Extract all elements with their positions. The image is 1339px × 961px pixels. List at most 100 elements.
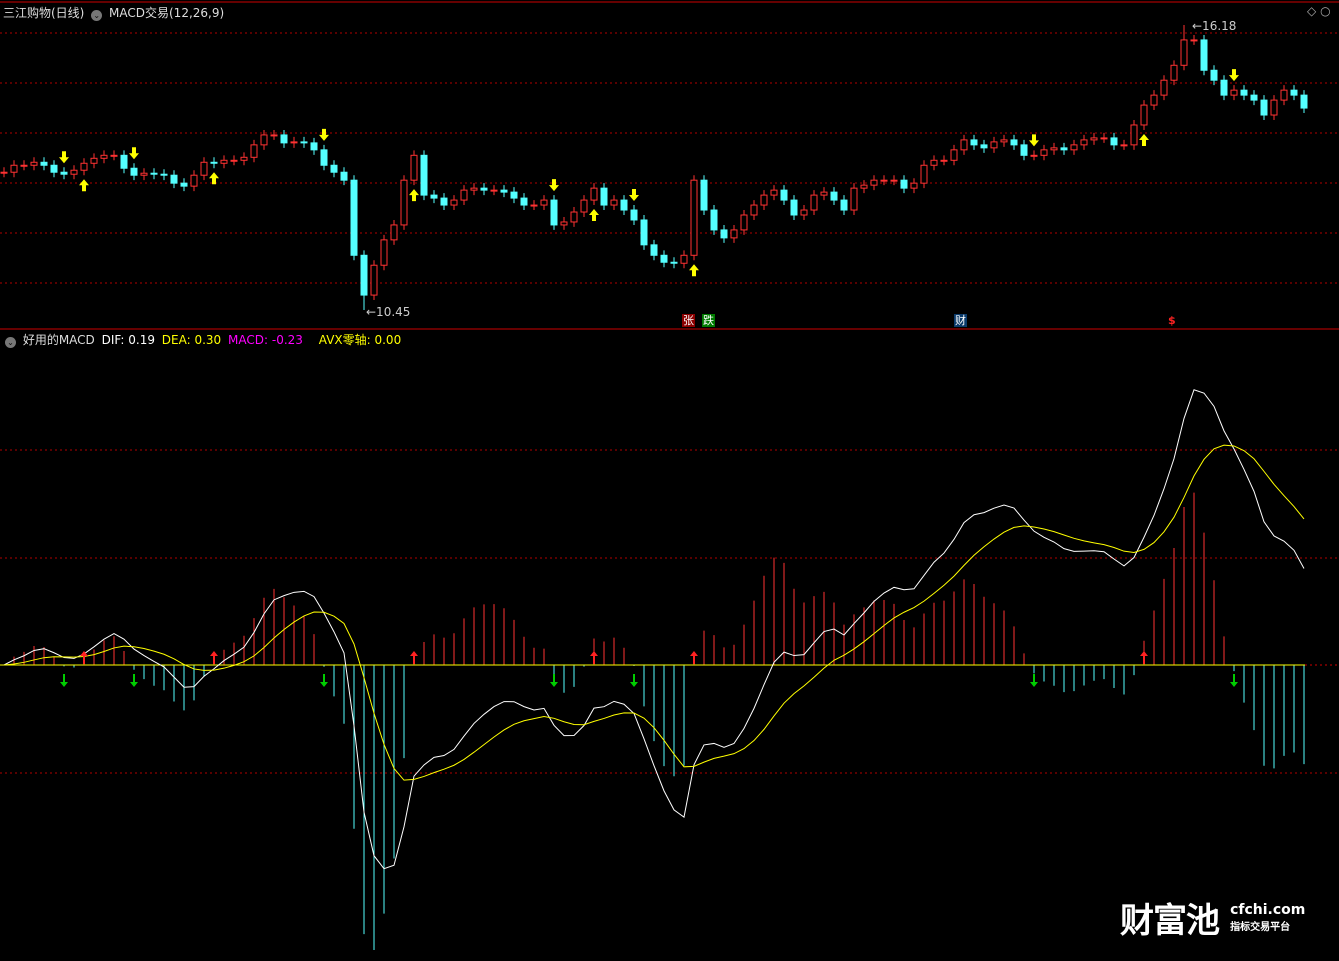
circle-icon[interactable]: ○ xyxy=(1320,4,1330,18)
candle-body xyxy=(830,191,838,201)
candle-body xyxy=(370,264,378,296)
candle-body xyxy=(380,239,388,266)
candle-body xyxy=(450,199,458,206)
buy-arrow-icon xyxy=(689,264,699,277)
candle-body xyxy=(520,197,528,206)
candle-body xyxy=(1060,147,1068,151)
candle-body xyxy=(1090,137,1098,141)
candle-body xyxy=(100,154,108,159)
candle-body xyxy=(530,204,538,207)
candle-body xyxy=(300,141,308,144)
dif-line xyxy=(3,389,1305,870)
death-cross-arrow-icon xyxy=(320,674,328,687)
candle-body xyxy=(1190,39,1198,42)
macd-dropdown-icon[interactable]: ⌄ xyxy=(5,337,16,348)
candle-body xyxy=(470,187,478,191)
candle-body xyxy=(670,261,678,264)
candle-body xyxy=(50,164,58,173)
candle-body xyxy=(320,149,328,166)
candle-body xyxy=(1040,149,1048,156)
golden-cross-arrow-icon xyxy=(210,651,218,664)
candle-body xyxy=(1180,39,1188,66)
death-cross-arrow-icon xyxy=(550,674,558,687)
candle-body xyxy=(640,219,648,246)
logo: 财富池 cfchi.com 指标交易平台 xyxy=(1120,893,1305,942)
candle-body xyxy=(800,209,808,216)
candle-body xyxy=(490,189,498,192)
candle-body xyxy=(1230,89,1238,96)
candle-body xyxy=(540,199,548,206)
candle-body xyxy=(890,179,898,182)
candle-body xyxy=(710,209,718,231)
candle-body xyxy=(410,154,418,181)
macd-value: MACD: -0.23 xyxy=(228,333,303,347)
candle-body xyxy=(110,154,118,157)
min-price-label: ←10.45 xyxy=(366,305,410,319)
candle-body xyxy=(170,174,178,184)
dif-value: DIF: 0.19 xyxy=(101,333,155,347)
candle-body xyxy=(560,221,568,226)
candle-body xyxy=(720,229,728,239)
candle-body xyxy=(90,157,98,164)
candle-body xyxy=(20,164,28,167)
buy-arrow-icon xyxy=(209,172,219,185)
candle-body xyxy=(400,179,408,226)
death-cross-arrow-icon xyxy=(1230,674,1238,687)
candle-body xyxy=(290,141,298,144)
candle-body xyxy=(60,171,68,175)
candle-body xyxy=(550,199,558,226)
candle-body xyxy=(1030,154,1038,157)
candle-body xyxy=(440,197,448,206)
logo-domain: cfchi.com xyxy=(1230,902,1306,918)
candle-body xyxy=(570,211,578,223)
candle-body xyxy=(820,191,828,196)
candle-body xyxy=(940,159,948,162)
death-cross-arrow-icon xyxy=(630,674,638,687)
candle-body xyxy=(870,179,878,186)
diamond-icon[interactable]: ◇ xyxy=(1307,4,1316,18)
candle-body xyxy=(1000,139,1008,143)
indicator-dropdown-icon[interactable]: ⌄ xyxy=(91,10,103,21)
candle-body xyxy=(330,164,338,173)
candle-body xyxy=(840,199,848,211)
candle-body xyxy=(1050,147,1058,151)
dollar-badge[interactable]: $ xyxy=(1167,314,1177,327)
candle-body xyxy=(850,187,858,211)
candle-body xyxy=(1220,79,1228,96)
candle-body xyxy=(900,179,908,189)
fall-badge[interactable]: 跌 xyxy=(702,314,715,327)
candle-body xyxy=(130,167,138,176)
indicator-title[interactable]: MACD交易(12,26,9) xyxy=(109,6,224,20)
candle-body xyxy=(810,194,818,211)
candle-body xyxy=(790,199,798,216)
candle-body xyxy=(510,191,518,199)
candle-body xyxy=(990,141,998,149)
candle-body xyxy=(700,179,708,211)
candle-body xyxy=(680,254,688,264)
candle-body xyxy=(1120,144,1128,147)
candle-body xyxy=(210,161,218,164)
candle-body xyxy=(1300,94,1308,109)
max-price-label: ←16.18 xyxy=(1192,19,1236,33)
logo-brand: 财富池 xyxy=(1120,901,1220,941)
candle-body xyxy=(350,179,358,256)
golden-cross-arrow-icon xyxy=(1140,651,1148,664)
candle-body xyxy=(1160,79,1168,96)
candle-body xyxy=(160,173,168,176)
finance-badge[interactable]: 财 xyxy=(954,314,967,327)
rise-badge[interactable]: 张 xyxy=(682,314,695,327)
candle-body xyxy=(430,194,438,199)
candle-body xyxy=(1140,104,1148,126)
macd-name[interactable]: 好用的MACD xyxy=(23,333,95,347)
candle-body xyxy=(1110,137,1118,146)
candle-body xyxy=(260,134,268,146)
dea-value: DEA: 0.30 xyxy=(161,333,222,347)
avx-value: AVX零轴: 0.00 xyxy=(318,333,402,347)
golden-cross-arrow-icon xyxy=(80,651,88,664)
candle-body xyxy=(270,134,278,137)
candle-body xyxy=(180,182,188,187)
stock-title: 三江购物(日线) xyxy=(3,6,85,20)
sell-arrow-icon xyxy=(319,128,329,141)
buy-arrow-icon xyxy=(1139,133,1149,146)
candle-body xyxy=(980,144,988,149)
